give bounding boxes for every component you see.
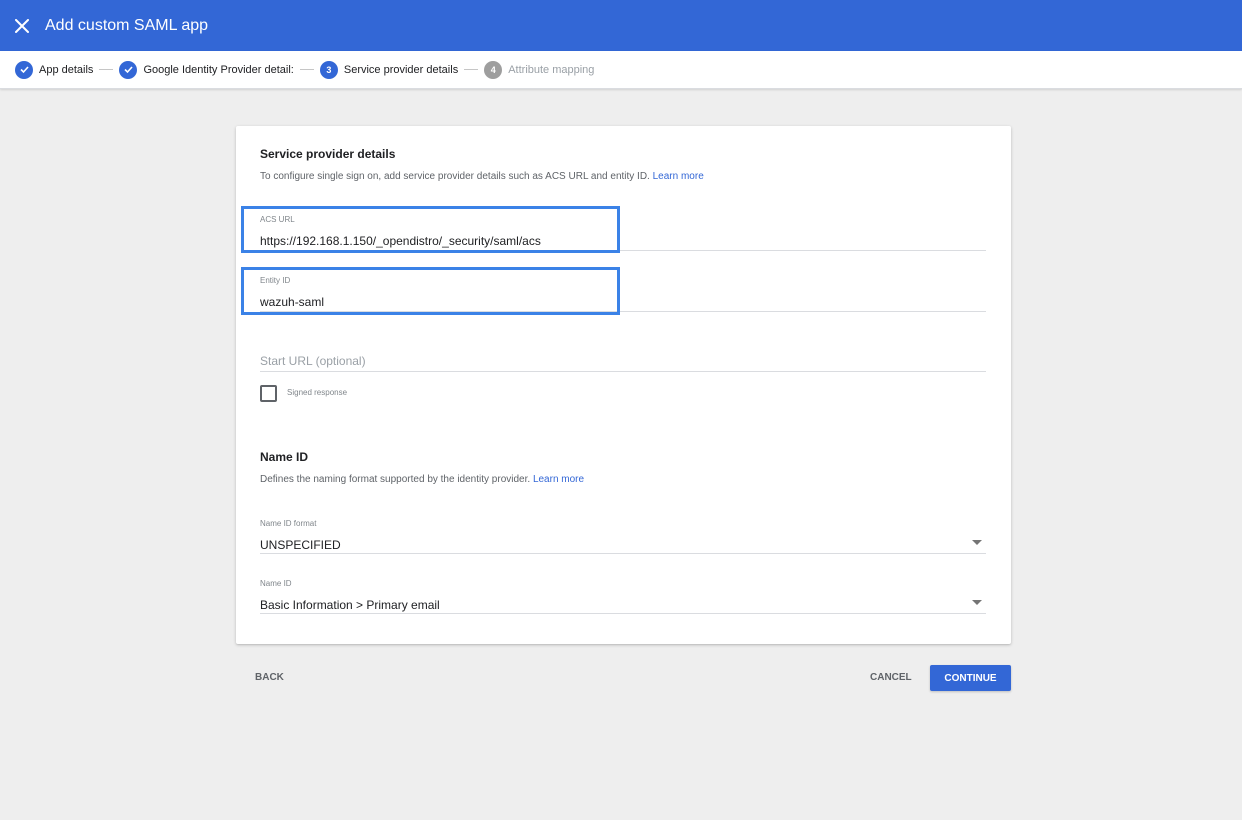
step-label: Google Identity Provider detail: <box>143 63 294 76</box>
signed-response-label: Signed response <box>287 388 348 397</box>
learn-more-link[interactable]: Learn more <box>533 474 584 485</box>
step-separator <box>464 69 479 70</box>
close-button[interactable] <box>10 14 34 38</box>
step-label: Service provider details <box>343 63 459 76</box>
field-label: Name ID format <box>260 519 317 528</box>
back-button[interactable]: BACK <box>255 672 284 683</box>
close-icon <box>15 18 29 33</box>
step-google-idp-details[interactable]: Google Identity Provider detail: <box>119 60 294 79</box>
name-id-format-value: UNSPECIFIED <box>260 538 341 552</box>
section-description: To configure single sign on, add service… <box>260 171 704 182</box>
check-icon <box>15 60 33 79</box>
check-icon <box>119 60 138 79</box>
step-app-details[interactable]: App details <box>15 60 94 79</box>
step-attribute-mapping[interactable]: 4 Attribute mapping <box>484 60 595 79</box>
step-separator <box>299 69 314 70</box>
section-title: Service provider details <box>260 147 396 161</box>
name-id-select[interactable]: Name ID Basic Information > Primary emai… <box>260 574 986 614</box>
dropdown-arrow-icon <box>972 600 982 605</box>
page-title: Add custom SAML app <box>45 16 209 34</box>
app-header: Add custom SAML app <box>0 0 1242 51</box>
cancel-button[interactable]: CANCEL <box>870 672 912 683</box>
learn-more-link[interactable]: Learn more <box>653 171 704 182</box>
name-id-value: Basic Information > Primary email <box>260 598 440 612</box>
step-number: 4 <box>484 60 503 79</box>
step-label: Attribute mapping <box>508 63 595 76</box>
section-description: Defines the naming format supported by t… <box>260 474 585 485</box>
highlight-box <box>241 267 620 315</box>
start-url-placeholder: Start URL (optional) <box>260 354 366 368</box>
signed-response-checkbox[interactable] <box>260 385 277 402</box>
section-title: Name ID <box>260 450 309 464</box>
dropdown-arrow-icon <box>972 540 982 545</box>
step-number: 3 <box>319 60 338 79</box>
step-separator <box>99 69 114 70</box>
step-label: App details <box>39 63 94 76</box>
highlight-box <box>241 206 620 253</box>
service-provider-card: Service provider details To configure si… <box>236 126 1011 644</box>
step-service-provider-details[interactable]: 3 Service provider details <box>319 60 459 79</box>
continue-button[interactable]: CONTINUE <box>930 665 1011 691</box>
field-label: Name ID <box>260 579 292 588</box>
name-id-format-select[interactable]: Name ID format UNSPECIFIED <box>260 514 986 554</box>
stepper: App details Google Identity Provider det… <box>0 51 1242 89</box>
start-url-field[interactable]: Start URL (optional) <box>260 331 986 372</box>
